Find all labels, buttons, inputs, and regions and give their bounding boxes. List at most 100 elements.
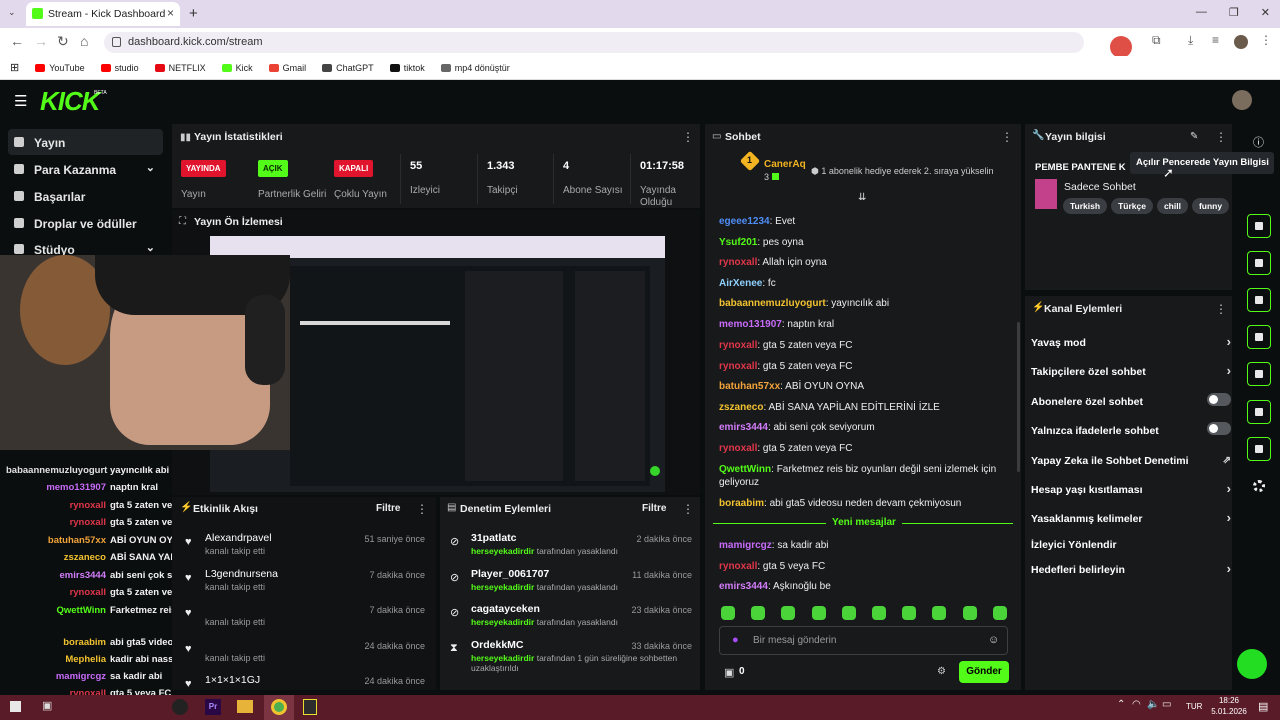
- rail-button[interactable]: [1247, 325, 1271, 349]
- channel-action-item[interactable]: Yalnızca ifadelerle sohbet: [1031, 422, 1231, 437]
- moderator-name[interactable]: herseyekadirdir: [471, 582, 534, 592]
- chat-user[interactable]: boraabim: [719, 498, 764, 509]
- chat-message[interactable]: egeee1234: Evet: [719, 215, 1009, 228]
- channel-action-item[interactable]: Yasaklanmış kelimeler ›: [1031, 510, 1231, 525]
- bookmark-item[interactable]: ChatGPT: [322, 63, 374, 73]
- rail-button[interactable]: [1247, 214, 1271, 238]
- chevron-right-icon[interactable]: ›: [1227, 561, 1231, 576]
- moderator-name[interactable]: herseyekadirdir: [471, 546, 534, 556]
- premiere-icon[interactable]: Pr: [205, 699, 221, 715]
- user-avatar[interactable]: [1232, 90, 1252, 110]
- chat-user[interactable]: rynoxall: [719, 361, 757, 372]
- moderation-filter-button[interactable]: Filtre: [642, 503, 666, 514]
- bookmark-item[interactable]: NETFLIX: [154, 63, 206, 73]
- activity-menu-icon[interactable]: ⋮: [416, 502, 428, 516]
- forward-icon[interactable]: →: [34, 33, 48, 49]
- channel-action-item[interactable]: Takipçilere özel sohbet ›: [1031, 363, 1231, 378]
- emote-icon[interactable]: [932, 606, 947, 620]
- moderation-row[interactable]: ⊘ Player_0061707 herseyekadirdir tarafında…: [450, 568, 698, 604]
- send-button[interactable]: Gönder: [959, 661, 1009, 683]
- menu-icon[interactable]: ⋮: [1260, 33, 1272, 47]
- chat-message[interactable]: AirXenee: fc: [719, 277, 1009, 290]
- chevron-right-icon[interactable]: ›: [1227, 334, 1231, 349]
- emote-icon[interactable]: [992, 606, 1007, 620]
- emote-icon[interactable]: [902, 606, 917, 620]
- emoji-picker-icon[interactable]: ☺: [988, 634, 999, 646]
- sidebar-item[interactable]: Droplar ve ödüller: [8, 210, 163, 236]
- chat-message[interactable]: mamigrcgz: sa kadir abi: [719, 539, 1009, 552]
- chat-user[interactable]: Ysuf201: [719, 237, 757, 248]
- chevron-down-icon[interactable]: ⌄: [146, 161, 155, 174]
- moderation-menu-icon[interactable]: ⋮: [682, 502, 694, 516]
- chat-user[interactable]: AirXenee: [719, 278, 762, 289]
- bookmark-item[interactable]: Gmail: [268, 63, 306, 73]
- chat-message[interactable]: rynoxall: gta 5 veya FC: [719, 560, 1009, 573]
- rail-button[interactable]: [1247, 362, 1271, 386]
- chat-message[interactable]: zszaneco: ABİ SANA YAPİLAN EDİTLERİNİ İZ…: [719, 401, 1009, 414]
- chevron-right-icon[interactable]: ›: [1227, 510, 1231, 525]
- bookmark-item[interactable]: tiktok: [389, 63, 425, 73]
- external-link-icon[interactable]: ⇗: [1223, 455, 1231, 466]
- chat-message[interactable]: Ysuf201: pes oyna: [719, 236, 1009, 249]
- chat-user[interactable]: rynoxall: [719, 257, 757, 268]
- gift-icon[interactable]: ▣: [724, 666, 734, 679]
- pinned-user[interactable]: CanerAq: [764, 159, 806, 170]
- bookmark-item[interactable]: Kick: [221, 63, 253, 73]
- chat-user[interactable]: emirs3444: [719, 581, 768, 592]
- channel-action-item[interactable]: Hedefleri belirleyin ›: [1031, 561, 1231, 576]
- chat-message[interactable]: babaannemuzluyogurt: yayıncılık abi: [719, 297, 1009, 310]
- emote-icon[interactable]: [841, 606, 856, 620]
- edit-icon[interactable]: ✎: [1190, 131, 1198, 142]
- chat-message[interactable]: rynoxall: gta 5 zaten veya FC: [719, 360, 1009, 373]
- moderation-row[interactable]: ⧗ OrdekkMC herseyekadirdir tarafından 1 gü…: [450, 639, 698, 675]
- minimize-icon[interactable]: —: [1196, 6, 1207, 19]
- chat-user[interactable]: rynoxall: [719, 443, 757, 454]
- info-icon[interactable]: ⓘ: [1253, 134, 1264, 150]
- sidebar-item[interactable]: Yayın: [8, 129, 163, 155]
- profile-avatar[interactable]: [1234, 35, 1248, 49]
- moderator-name[interactable]: herseyekadirdir: [471, 653, 534, 663]
- activity-row[interactable]: ♥ kanalı takip etti 24 dakika önce: [185, 639, 435, 675]
- browser-tab[interactable]: Stream - Kick Dashboard ×: [26, 2, 180, 26]
- clock-time[interactable]: 18:26: [1212, 696, 1246, 705]
- emote-icon[interactable]: [962, 606, 977, 620]
- stream-tag[interactable]: Türkçe: [1111, 198, 1153, 214]
- chat-user[interactable]: batuhan57xx: [719, 381, 780, 392]
- channel-action-item[interactable]: İzleyici Yönlendir: [1031, 539, 1231, 551]
- activity-row[interactable]: ♥ Alexandrpavel kanalı takip etti 51 saniye…: [185, 532, 435, 568]
- close-window-icon[interactable]: ✕: [1261, 6, 1270, 19]
- bookmark-item[interactable]: studio: [100, 63, 139, 73]
- activity-row[interactable]: ♥ kanalı takip etti 7 dakika önce: [185, 603, 435, 639]
- activity-row[interactable]: ♥ L3gendnursena kanalı takip etti 7 dakika …: [185, 568, 435, 604]
- home-icon[interactable]: ⌂: [80, 33, 88, 49]
- chat-message[interactable]: batuhan57xx: ABİ OYUN OYNA: [719, 380, 1009, 393]
- toggle-switch[interactable]: [1207, 393, 1231, 406]
- chevron-right-icon[interactable]: ›: [1227, 363, 1231, 378]
- channel-action-item[interactable]: Yapay Zeka ile Sohbet Denetimi ⇗: [1031, 455, 1231, 467]
- reload-icon[interactable]: ↻: [57, 33, 69, 50]
- chat-message[interactable]: boraabim: abi gta5 videosu neden devam ç…: [719, 497, 1009, 510]
- chat-message[interactable]: emirs3444: Aşkınoğlu be: [719, 580, 1009, 593]
- channel-action-item[interactable]: Yavaş mod ›: [1031, 334, 1231, 349]
- task-view-icon[interactable]: ▣: [42, 699, 52, 712]
- reading-list-icon[interactable]: ≡: [1212, 33, 1219, 47]
- chat-user[interactable]: rynoxall: [719, 561, 757, 572]
- file-explorer-icon[interactable]: [237, 700, 253, 713]
- chat-message[interactable]: rynoxall: Allah için oyna: [719, 256, 1009, 269]
- wifi-icon[interactable]: ◠: [1132, 699, 1141, 710]
- emote-icon[interactable]: [811, 606, 826, 620]
- emote-icon[interactable]: [751, 606, 766, 620]
- chat-message[interactable]: rynoxall: gta 5 zaten veya FC: [719, 442, 1009, 455]
- moderation-row[interactable]: ⊘ cagatayceken herseyekadirdir tarafından …: [450, 603, 698, 639]
- rail-button[interactable]: [1247, 251, 1271, 275]
- emote-icon[interactable]: [872, 606, 886, 620]
- moderator-name[interactable]: herseyekadirdir: [471, 617, 534, 627]
- stream-tag[interactable]: funny: [1191, 198, 1230, 214]
- mic-icon[interactable]: ●: [732, 634, 739, 646]
- start-icon[interactable]: [10, 701, 21, 712]
- chat-user[interactable]: memo131907: [719, 319, 782, 330]
- sidebar-item[interactable]: Başarılar: [8, 183, 163, 209]
- back-icon[interactable]: ←: [10, 33, 24, 49]
- chat-user[interactable]: rynoxall: [719, 340, 757, 351]
- floating-action-button[interactable]: [1237, 649, 1267, 679]
